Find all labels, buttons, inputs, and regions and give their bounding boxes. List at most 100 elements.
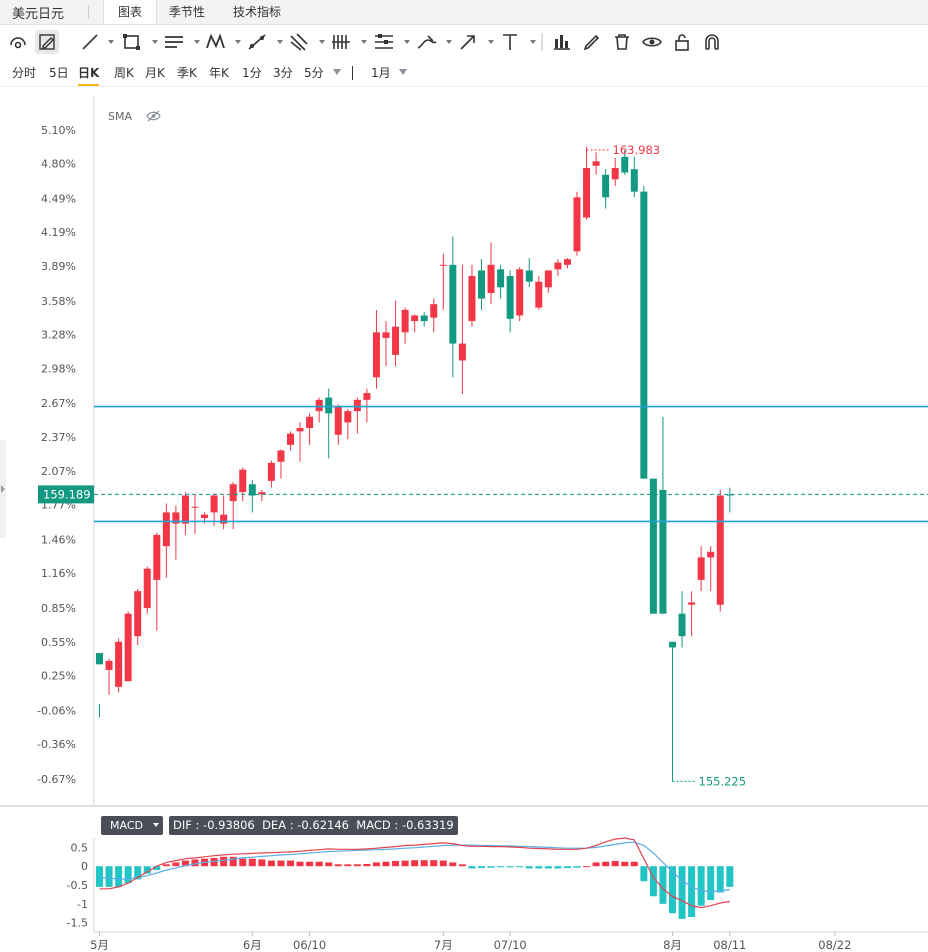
macd-y-tick-label: 0.5: [71, 841, 89, 854]
pen-icon[interactable]: [580, 30, 604, 54]
period-daily[interactable]: 日K: [78, 64, 100, 86]
eye-icon[interactable]: [640, 30, 664, 54]
macd-bar: [716, 866, 724, 893]
period-quarterly[interactable]: 季K: [177, 64, 197, 84]
candle-body: [363, 393, 371, 400]
macd-bar: [420, 860, 428, 867]
macd-bar: [201, 858, 209, 867]
chevron-down-icon[interactable]: [333, 69, 341, 75]
candle-body: [554, 262, 562, 270]
period-tick[interactable]: 分时: [12, 64, 36, 84]
candle-body: [697, 557, 705, 580]
y-tick-label: 2.37%: [41, 431, 76, 444]
macd-bar: [669, 866, 676, 914]
x-tick-label: 6月: [243, 938, 262, 952]
y-tick-label: 0.25%: [41, 670, 76, 683]
range-selector[interactable]: 1月: [371, 64, 391, 84]
rectangle-icon[interactable]: [120, 30, 158, 54]
macd-bar: [392, 860, 400, 867]
period-5d[interactable]: 5日: [49, 64, 69, 84]
macd-bar: [153, 866, 161, 870]
candle-body: [726, 494, 734, 496]
macd-bar: [344, 864, 352, 867]
macd-bar: [105, 866, 113, 887]
candle-body: [411, 315, 419, 322]
zigzag-icon[interactable]: [203, 30, 241, 54]
y-tick-label: -0.67%: [37, 773, 76, 786]
candle-body: [592, 161, 600, 166]
macd-bar: [535, 866, 543, 869]
y-tick-label: 1.16%: [41, 567, 76, 580]
macd-bar: [554, 866, 562, 869]
macd-bar: [726, 866, 734, 887]
dea-value: DEA : -0.62146: [262, 818, 349, 832]
candle-body: [372, 332, 380, 378]
trash-icon[interactable]: [610, 30, 634, 54]
candle-body: [115, 641, 123, 687]
period-1min[interactable]: 1分: [242, 64, 262, 84]
candle-body: [134, 591, 142, 637]
candle-body: [563, 259, 571, 265]
tab-label: 技术指标: [232, 5, 281, 19]
tab-chart[interactable]: 图表: [103, 0, 157, 24]
circle-arc-icon[interactable]: [6, 30, 30, 54]
macd-bar: [678, 866, 686, 919]
parallel-lines-icon[interactable]: [162, 30, 200, 54]
candle-body: [258, 492, 266, 495]
macd-bar: [267, 860, 275, 867]
arrow-icon[interactable]: [456, 30, 494, 54]
candle-body: [583, 168, 591, 218]
macd-bar: [449, 862, 457, 867]
macd-y-tick-label: 0: [81, 860, 88, 873]
candle-body: [487, 264, 495, 293]
candle-body: [229, 484, 237, 502]
period-weekly[interactable]: 周K: [114, 64, 134, 84]
period-5min[interactable]: 5分: [304, 64, 324, 84]
macd-indicator-label: MACD: [110, 819, 143, 832]
period-yearly[interactable]: 年K: [209, 64, 229, 84]
magnet-icon[interactable]: [700, 30, 724, 54]
side-panel-toggle[interactable]: [0, 440, 6, 538]
macd-bar: [248, 858, 256, 867]
period-monthly[interactable]: 月K: [145, 64, 165, 84]
fib-icon[interactable]: [372, 30, 410, 54]
brush-icon[interactable]: [414, 30, 452, 54]
candle-body: [344, 411, 352, 423]
macd-bar: [516, 866, 524, 868]
candle-body: [191, 506, 199, 508]
x-tick-label: 7月: [434, 938, 453, 952]
macd-bar: [563, 866, 571, 869]
tab-seasonality[interactable]: 季节性: [160, 0, 214, 24]
candle-body: [239, 469, 247, 493]
candle-body: [430, 304, 438, 318]
tab-indicators[interactable]: 技术指标: [224, 0, 290, 24]
fork-icon[interactable]: [287, 30, 325, 54]
x-tick-label: 5月: [90, 938, 109, 952]
macd-indicator-button[interactable]: MACD: [101, 816, 163, 835]
candle-body: [468, 276, 476, 322]
candle-body: [172, 512, 180, 524]
text-icon[interactable]: [498, 30, 536, 54]
bar-chart-icon[interactable]: [550, 30, 574, 54]
bars-icon[interactable]: [329, 30, 367, 54]
lock-icon[interactable]: [670, 30, 694, 54]
eye-slash-icon[interactable]: [146, 110, 161, 122]
candle-body: [611, 168, 619, 180]
candle-body: [535, 281, 543, 308]
candle-body: [516, 269, 524, 316]
candle-body: [143, 568, 151, 609]
x-tick-label: 08/22: [818, 938, 851, 952]
y-tick-label: 5.10%: [41, 124, 76, 137]
period-3min[interactable]: 3分: [273, 64, 293, 84]
candle-body: [716, 495, 724, 605]
macd-bar: [306, 861, 314, 867]
candlestick-chart[interactable]: 5.10% 4.80% 4.49% 4.19% 3.89% 3.58% 3.28% 2.98%…: [0, 0, 928, 952]
line-icon[interactable]: [78, 30, 114, 54]
macd-bar: [592, 862, 600, 867]
macd-bar: [401, 860, 409, 867]
macd-bar: [277, 860, 285, 867]
pencil-box-icon[interactable]: [35, 30, 59, 54]
chevron-down-icon[interactable]: [399, 69, 407, 75]
ruler-icon[interactable]: [245, 30, 283, 54]
dea-line: [99, 841, 730, 893]
